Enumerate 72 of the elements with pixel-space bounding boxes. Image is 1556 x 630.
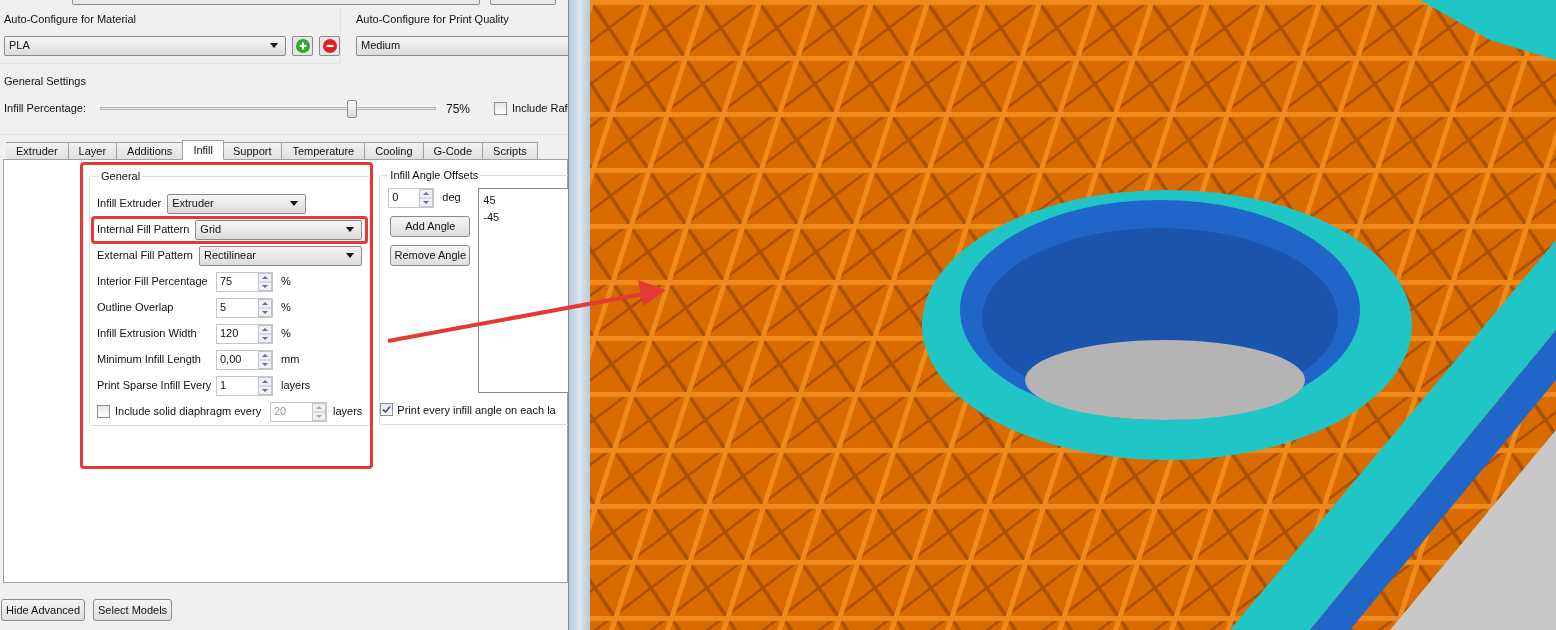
tab[interactable]: Scripts	[483, 142, 538, 160]
spin-box[interactable]: 5	[216, 297, 273, 318]
caret-icon	[346, 253, 355, 258]
tab[interactable]: Temperature	[282, 142, 366, 160]
slider-thumb[interactable]	[347, 99, 357, 118]
tab[interactable]: Layer	[68, 142, 118, 160]
caret-icon	[346, 227, 355, 232]
field-label: Outline Overlap	[97, 300, 175, 316]
checkbox[interactable]	[97, 405, 110, 418]
add-button[interactable]	[292, 35, 313, 56]
spin-box[interactable]: 0,00	[216, 349, 273, 370]
unit-label: layers	[281, 378, 311, 394]
group-title: Auto-Configure for Print Quality	[356, 12, 510, 27]
checkbox-label: Print every infill angle on each la	[397, 402, 556, 418]
slider-value: 75%	[446, 100, 472, 118]
spin-arrows-icon	[312, 402, 326, 421]
field-label: Infill Extrusion Width	[97, 326, 198, 342]
group-title: General	[100, 169, 142, 184]
spin-box[interactable]: 1	[216, 375, 273, 396]
checkbox[interactable]	[494, 102, 507, 115]
unit-label: %	[281, 326, 291, 342]
dropdown[interactable]: Extruder	[167, 193, 307, 214]
unit-label: deg	[442, 190, 461, 206]
field-label: External Fill Pattern	[97, 248, 193, 264]
plus-icon	[295, 38, 310, 53]
angle-list[interactable]: 45 -45	[478, 187, 568, 393]
dropdown[interactable]: Medium	[356, 35, 568, 56]
list-item[interactable]: -45	[483, 208, 568, 226]
spin-box[interactable]: 75	[216, 271, 273, 292]
button[interactable]: Remove Angle	[390, 244, 471, 266]
spin-arrows-icon	[258, 272, 272, 291]
slider-label: Infill Percentage:	[4, 101, 87, 117]
checkbox-label: Include solid diaphragm every	[115, 404, 263, 420]
group-title: Infill Angle Offsets	[389, 168, 480, 183]
caret-icon	[290, 201, 299, 206]
minus-icon	[322, 38, 337, 53]
field-label: Internal Fill Pattern	[97, 222, 190, 238]
spin-arrows-icon	[258, 376, 272, 395]
spin-arrows-icon	[419, 188, 434, 207]
group-title: Auto-Configure for Material	[4, 12, 138, 27]
unit-label: %	[281, 300, 291, 316]
checkbox[interactable]	[380, 403, 394, 417]
unit-label: %	[281, 274, 291, 290]
field-label: Print Sparse Infill Every	[97, 378, 213, 394]
unit-label: layers	[333, 404, 363, 420]
dropdown[interactable]: PLA	[4, 35, 286, 56]
field-label: Interior Fill Percentage	[97, 274, 209, 290]
spin-box[interactable]: 0	[388, 187, 435, 208]
unit-label: mm	[281, 352, 300, 368]
remove-button[interactable]	[319, 35, 340, 56]
tab[interactable]: G-Code	[423, 142, 484, 160]
slider[interactable]	[100, 98, 436, 119]
caret-icon	[270, 43, 278, 48]
checkbox-label: Include Raf	[512, 101, 568, 117]
button[interactable]: Hide Advanced	[1, 599, 85, 621]
field-label: Minimum Infill Length	[97, 352, 202, 368]
spin-arrows-icon	[258, 350, 272, 369]
button[interactable]: Add Angle	[390, 215, 471, 237]
spin-arrows-icon	[258, 298, 272, 317]
spin-box[interactable]: 120	[216, 323, 273, 344]
tab[interactable]: Infill	[182, 140, 224, 160]
dropdown[interactable]: Grid	[195, 219, 363, 240]
section-title: General Settings	[4, 74, 87, 89]
list-item[interactable]: 45	[483, 191, 568, 209]
tab[interactable]: Support	[222, 142, 283, 160]
tab[interactable]: Extruder	[6, 142, 69, 160]
field-label: Infill Extruder	[97, 196, 162, 212]
tab[interactable]: Cooling	[365, 142, 424, 160]
spin-arrows-icon	[258, 324, 272, 343]
dropdown[interactable]: Rectilinear	[199, 245, 363, 266]
button[interactable]: Select Models	[93, 599, 173, 621]
tab[interactable]: Additions	[117, 142, 184, 160]
